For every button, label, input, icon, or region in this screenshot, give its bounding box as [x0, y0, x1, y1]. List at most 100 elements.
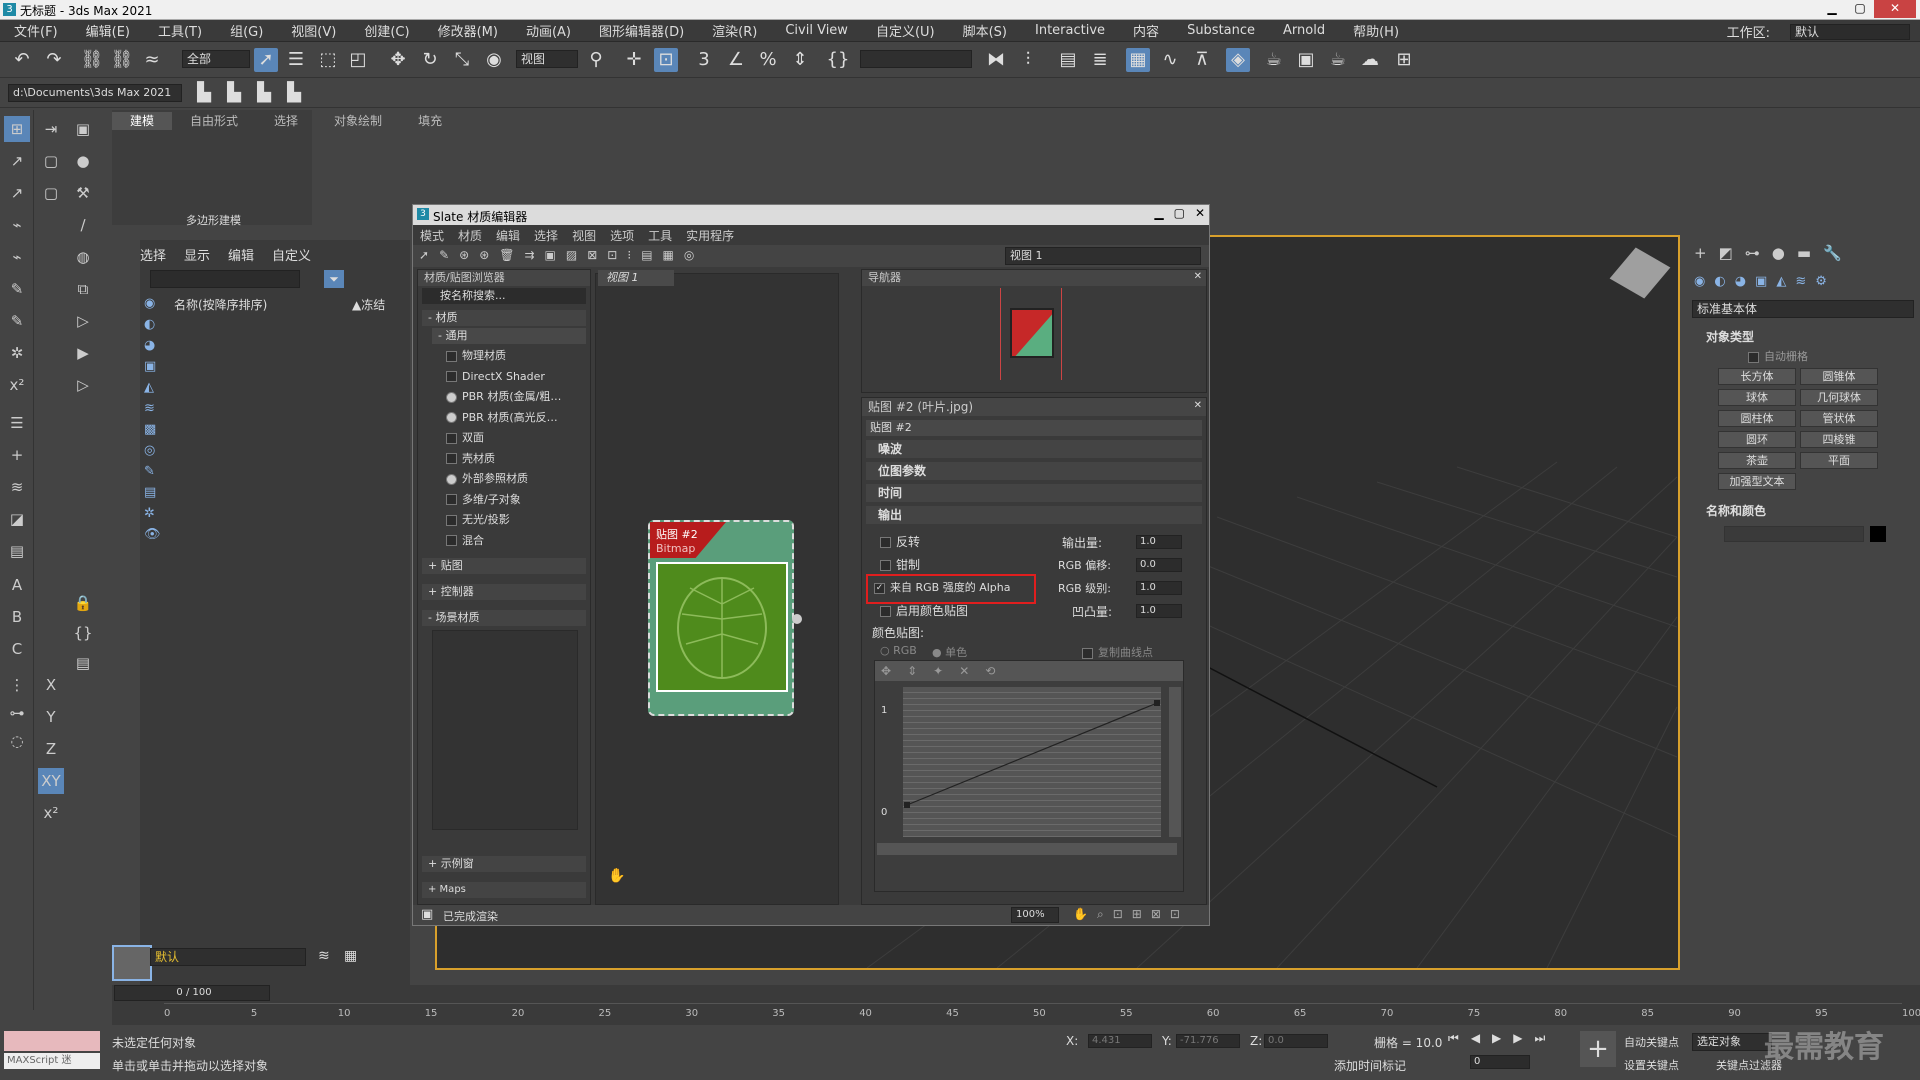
browser-item-pbr-metal[interactable]: PBR 材质(金属/粗… — [446, 387, 561, 408]
selection-filter-dropdown[interactable]: 全部 — [182, 50, 250, 68]
rgb-level-spinner[interactable]: 1.0 — [1136, 581, 1182, 595]
copy-curve-points[interactable]: 复制曲线点 — [1082, 644, 1153, 660]
navigator-close-icon[interactable]: ✕ — [1194, 271, 1202, 282]
pivot-icon[interactable]: ⚲ — [584, 48, 608, 72]
bitmap-node[interactable]: 贴图 #2 Bitmap — [648, 520, 802, 716]
viewport-layout-icon[interactable] — [112, 945, 152, 981]
box-tool-icon[interactable]: ▢ — [38, 148, 64, 174]
display-bones-icon[interactable]: ✎ — [144, 464, 162, 479]
column-frozen[interactable]: ▲冻结 — [352, 296, 385, 313]
browser-item-directx[interactable]: DirectX Shader — [446, 367, 561, 388]
object-color-swatch[interactable] — [1870, 526, 1886, 542]
lasso-icon[interactable]: ↗ — [4, 148, 30, 174]
cylinder-button[interactable]: 圆柱体 — [1718, 410, 1796, 427]
menu-view[interactable]: 视图(V) — [277, 21, 350, 40]
curve-delete-icon[interactable]: ✕ — [959, 661, 969, 681]
bold-tool-icon[interactable]: B — [4, 604, 30, 630]
project-folder-icon[interactable]: ▙ — [192, 81, 216, 105]
menu-tools[interactable]: 工具(T) — [144, 21, 216, 40]
helpers-icon[interactable]: ◭ — [1776, 274, 1786, 289]
material-editor-icon[interactable]: ◈ — [1226, 48, 1250, 72]
menu-graph-editors[interactable]: 图形编辑器(D) — [585, 21, 698, 40]
scene-menu-select[interactable]: 选择 — [140, 245, 166, 264]
y-coordinate[interactable]: -71.776 — [1176, 1034, 1240, 1048]
menu-create[interactable]: 创建(C) — [350, 21, 423, 40]
browser-item-double-sided[interactable]: 双面 — [446, 428, 561, 449]
display-frozen-icon[interactable]: ✲ — [144, 506, 162, 521]
add-icon[interactable]: + — [4, 442, 30, 468]
geosphere-button[interactable]: 几何球体 — [1800, 389, 1878, 406]
slate-nav-icon[interactable]: ◎ — [684, 248, 694, 262]
curve-scale-icon[interactable]: ⇕ — [907, 661, 917, 681]
slate-menu-view[interactable]: 视图 — [565, 227, 603, 244]
display-containers-icon[interactable]: ▤ — [144, 485, 162, 500]
slate-assign-icon[interactable]: ⊛ — [479, 248, 489, 262]
teapot-button[interactable]: 茶壶 — [1718, 452, 1796, 469]
modify-tab-icon[interactable]: ◩ — [1719, 244, 1733, 262]
browser-group-materials[interactable]: - 材质 — [422, 310, 586, 326]
maximize-button[interactable]: ▢ — [1846, 0, 1874, 18]
slate-put-icon[interactable]: ⊛ — [459, 248, 469, 262]
placement-icon[interactable]: ◉ — [482, 48, 506, 72]
menu-help[interactable]: 帮助(H) — [1339, 21, 1413, 40]
braces-icon[interactable]: {} — [70, 620, 96, 646]
display-cameras-icon[interactable]: ▣ — [144, 359, 162, 374]
cut-tool-icon[interactable]: C — [4, 636, 30, 662]
scene-explorer-icon[interactable]: ▤ — [1056, 48, 1080, 72]
prev-frame-icon[interactable]: ◀ — [1471, 1031, 1480, 1046]
slate-menu-mode[interactable]: 模式 — [413, 227, 451, 244]
tab-selection[interactable]: 选择 — [256, 112, 316, 130]
brush-icon[interactable]: ⌁ — [4, 244, 30, 270]
mirror-icon[interactable]: ⧓ — [984, 48, 1008, 72]
curve-reset-icon[interactable]: ⟲ — [985, 661, 995, 681]
project-settings-icon[interactable]: ▙ — [282, 81, 306, 105]
hammer-tool-icon[interactable]: ⚒ — [70, 180, 96, 206]
redo-icon[interactable]: ↷ — [42, 48, 66, 72]
radio-mono[interactable]: ● 单色 — [932, 644, 967, 660]
object-name-input[interactable] — [1724, 526, 1864, 542]
keyboard-shortcut-icon[interactable]: ⊡ — [654, 48, 678, 72]
slate-browser-icon[interactable]: ▤ — [641, 248, 652, 262]
scene-menu-edit[interactable]: 编辑 — [228, 245, 254, 264]
tube-button[interactable]: 管状体 — [1800, 410, 1878, 427]
named-selection-icon[interactable]: {} — [826, 48, 850, 72]
zoom-extents-icon[interactable]: ⊞ — [1132, 907, 1142, 922]
torus-button[interactable]: 圆环 — [1718, 431, 1796, 448]
align-icon[interactable]: ⫶ — [1016, 48, 1040, 72]
hierarchy-tab-icon[interactable]: ⊶ — [1745, 244, 1760, 262]
slate-background-icon[interactable]: ⊠ — [587, 248, 597, 262]
menu-scripting[interactable]: 脚本(S) — [949, 21, 1021, 40]
maxscript-input[interactable]: MAXScript 迷 — [4, 1053, 100, 1069]
x-coordinate[interactable]: 4.431 — [1088, 1034, 1152, 1048]
browser-group-scene[interactable]: - 场景材质 — [422, 610, 586, 626]
sphere2-tool-icon[interactable]: ◍ — [70, 244, 96, 270]
slate-layout-icon[interactable]: ⊡ — [607, 248, 617, 262]
slate-hide-icon[interactable]: ▣ — [545, 248, 556, 262]
curve-editor-icon[interactable]: ∿ — [1158, 48, 1182, 72]
shapes-icon[interactable]: ◐ — [1714, 274, 1725, 289]
close-button[interactable]: ✕ — [1874, 0, 1916, 18]
layer-manager-icon[interactable]: ≋ — [318, 948, 330, 964]
motion-tab-icon[interactable]: ● — [1772, 244, 1785, 262]
tab-modeling[interactable]: 建模 — [112, 112, 173, 130]
display-xrefs-icon[interactable]: ◎ — [144, 443, 162, 458]
track-bar[interactable]: 0 5 10 15 20 25 30 35 40 45 50 55 60 65 70 75 80 85 90 95 10… — [164, 1003, 1920, 1023]
slate-menu-select[interactable]: 选择 — [527, 227, 565, 244]
menu-substance[interactable]: Substance — [1173, 23, 1269, 38]
scale-icon[interactable]: ⤡ — [450, 48, 474, 72]
zoom-icon[interactable]: ⌕ — [1097, 907, 1104, 922]
tab-object-paint[interactable]: 对象绘制 — [316, 112, 400, 130]
enable-color-map-checkbox[interactable] — [880, 606, 891, 617]
cone-button[interactable]: 圆锥体 — [1800, 368, 1878, 385]
spacewarps-icon[interactable]: ≋ — [1795, 274, 1806, 289]
pyramid-button[interactable]: 四棱锥 — [1800, 431, 1878, 448]
render-production-icon[interactable]: ☕ — [1326, 48, 1350, 72]
view-tab[interactable]: 视图 1 — [598, 270, 674, 286]
undo-icon[interactable]: ↶ — [10, 48, 34, 72]
menu-group[interactable]: 组(G) — [216, 21, 277, 40]
sphere-button[interactable]: 球体 — [1718, 389, 1796, 406]
auto-key-button[interactable]: 自动关键点 — [1624, 1034, 1679, 1050]
rollout-noise[interactable]: 噪波 — [866, 440, 1202, 458]
rectangular-selection-icon[interactable]: ⬚ — [316, 48, 340, 72]
name-color-header[interactable]: 名称和颜色 — [1688, 502, 1920, 519]
